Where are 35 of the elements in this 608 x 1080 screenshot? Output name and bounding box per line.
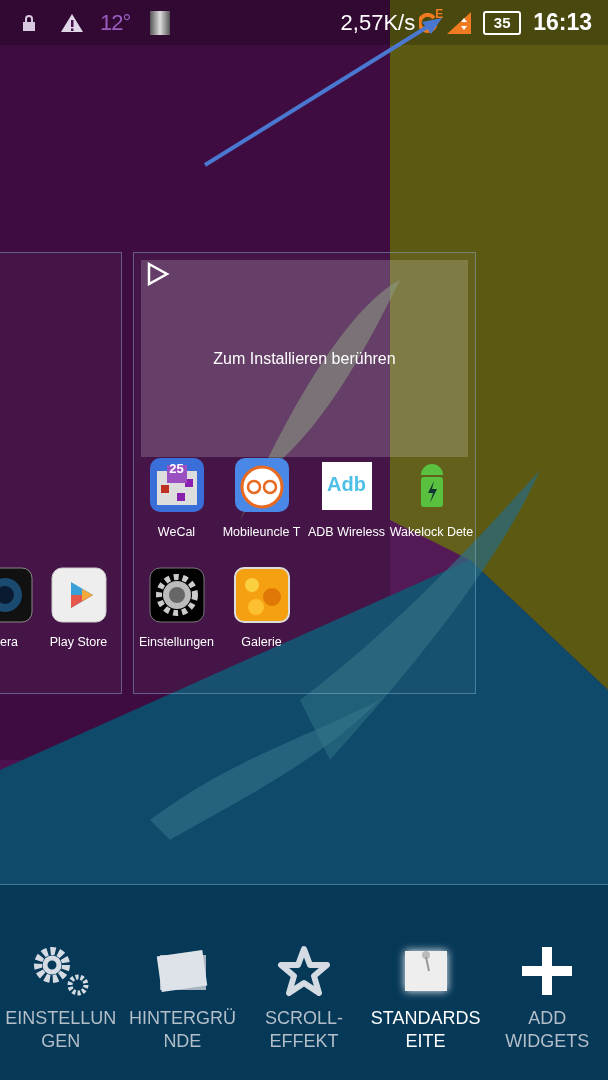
toolbar-button[interactable]: STANDARDS EITE [364,885,487,1080]
clock: 16:13 [533,9,592,36]
app-label: Mobileuncle T [222,525,301,539]
app-label: Galerie [241,635,282,649]
page-preview[interactable]: era Play Store [0,252,122,694]
play-store-icon[interactable] [50,567,107,623]
plus-icon [520,945,575,997]
toolbar-button[interactable]: ADD WIDGETS [486,885,608,1080]
temperature-text: 12° [100,9,131,36]
widget-label: Zum Installieren berühren [213,349,396,368]
app-label: ADB Wireless [307,525,386,539]
gradient-icon [150,10,171,35]
play-icon [146,262,170,286]
network-type: E [435,6,444,21]
lock-icon [22,14,36,31]
app-label: WeCal [157,525,196,539]
toolbar-button[interactable]: HINTERGRÜ NDE [121,885,244,1080]
flower-icon [277,945,331,997]
widget-placeholder[interactable]: Zum Installieren berühren [141,260,468,457]
toolbar-button[interactable]: SCROLL- EFFEKT [243,885,365,1080]
gear-icon[interactable] [148,567,205,623]
toolbar-button[interactable]: EINSTELLUN GEN [0,885,122,1080]
app-label: Einstellungen [138,635,215,649]
page-preview[interactable]: Zum Installieren berühren 25 WeCal Mobileuncle T Adb ADB Wireless Wakelock Dete Einstellungen Galerie [133,252,476,694]
app-label: Play Store [49,635,108,649]
gallery-icon[interactable] [233,567,290,623]
network-speed: 2,57K/s [340,9,416,36]
app-label: Wakelock Dete [389,525,474,539]
battery-icon: 35 [483,10,522,35]
network-icon [419,12,438,35]
calendar-icon[interactable]: 25 [148,457,205,513]
app-label: era [0,635,19,649]
warning-icon [60,12,84,33]
glasses-icon[interactable] [233,457,290,513]
signal-icon [447,11,472,34]
